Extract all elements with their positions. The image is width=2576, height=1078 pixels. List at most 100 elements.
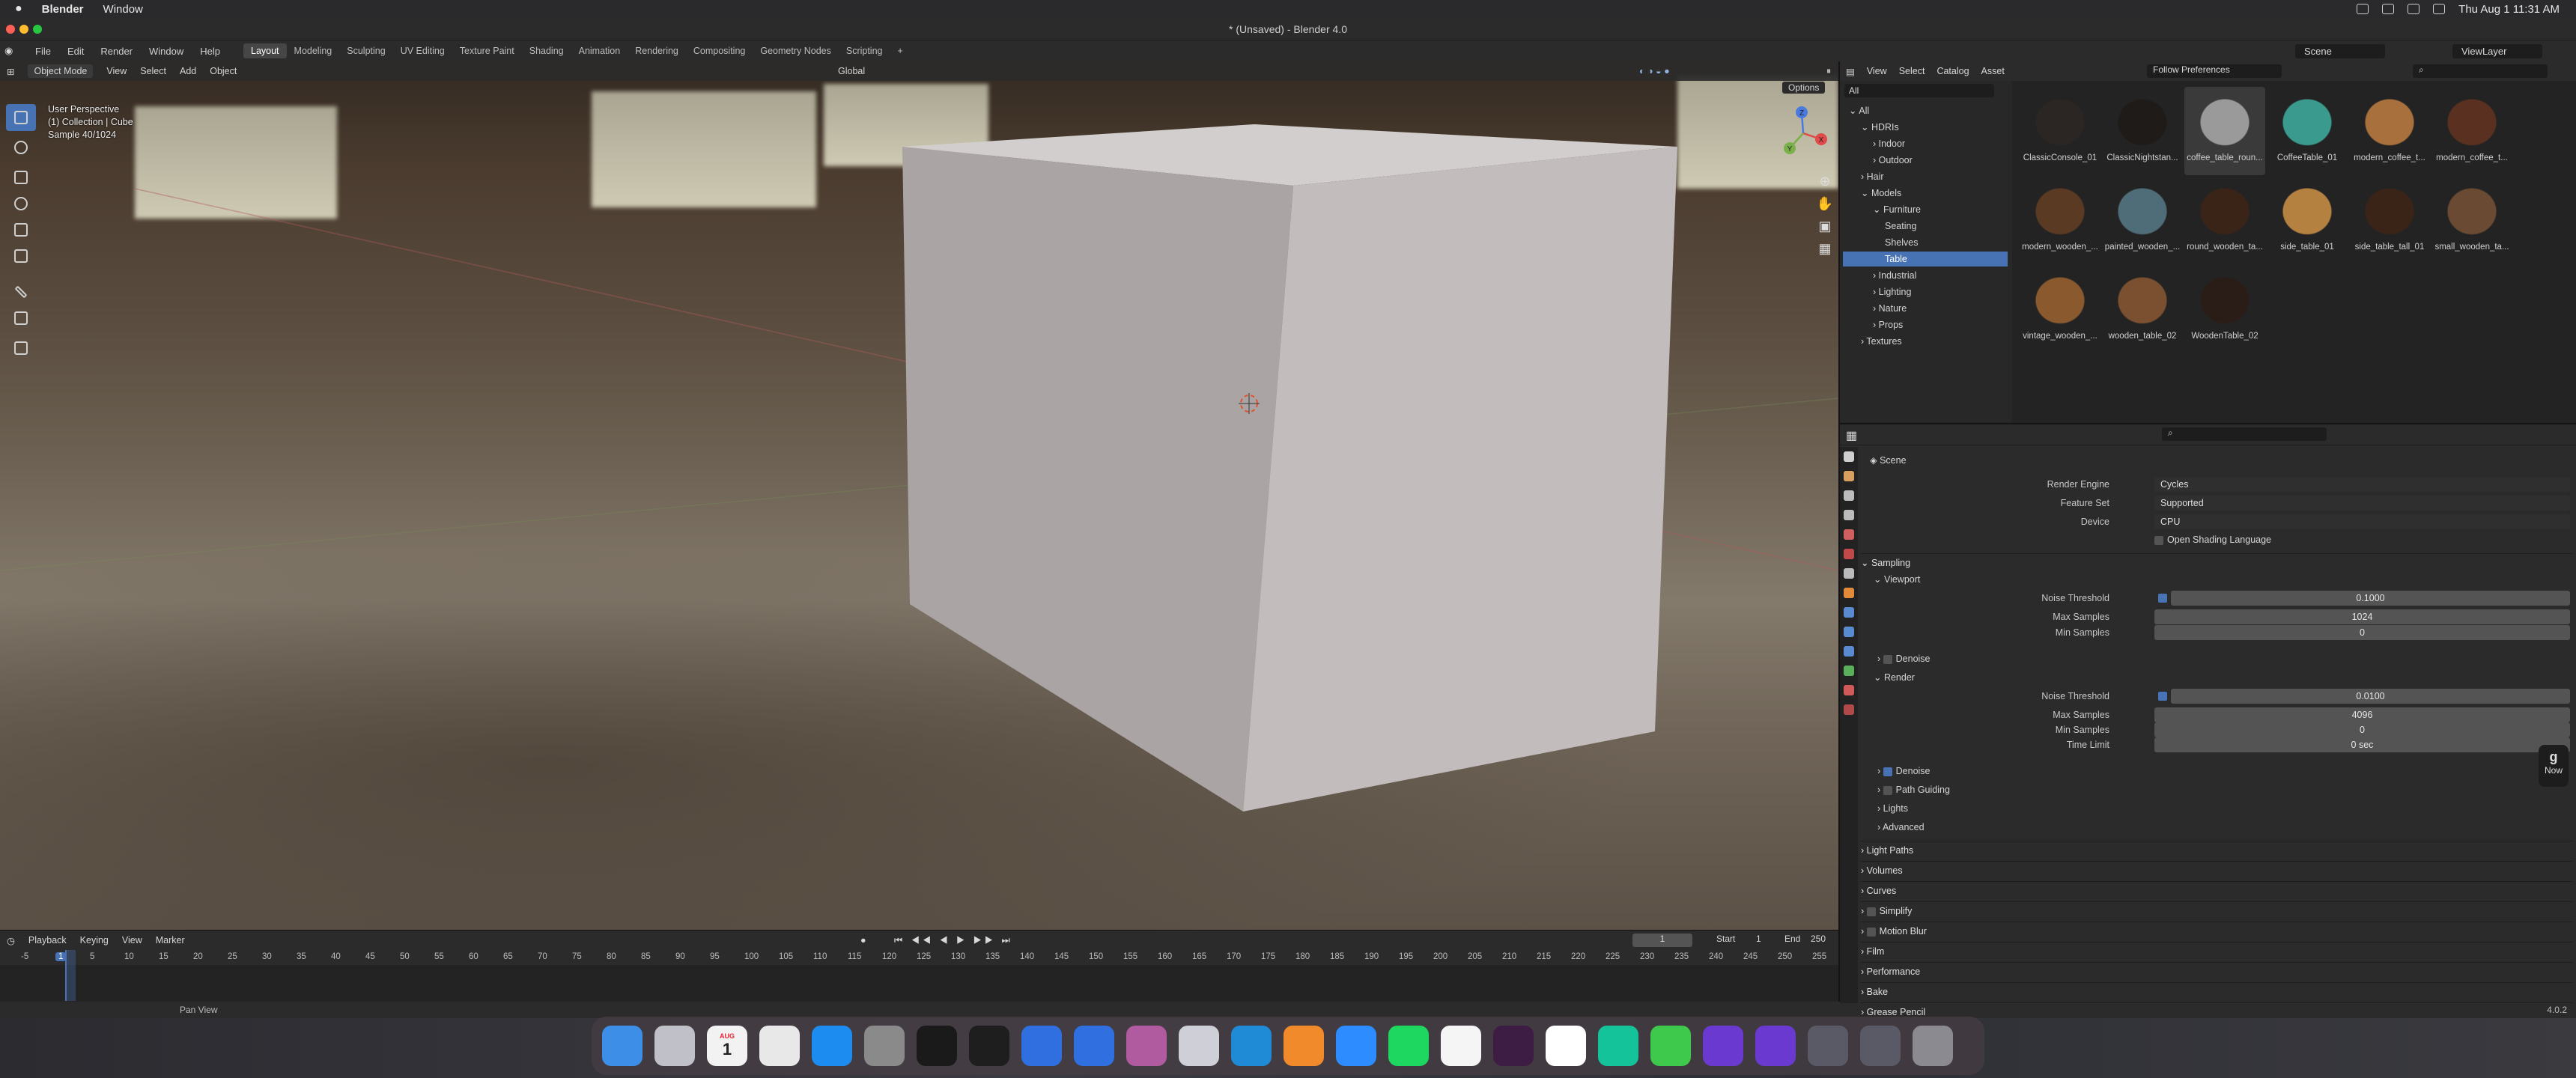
r-denoise-toggle[interactable]: › Denoise: [1877, 763, 1931, 779]
timeline-menu-playback[interactable]: Playback: [28, 935, 67, 945]
catalog-item[interactable]: › Indoor: [1843, 136, 2008, 151]
menu-edit[interactable]: Edit: [67, 46, 84, 57]
close-window-button[interactable]: [6, 25, 15, 34]
r-max-samples-field[interactable]: 4096: [2154, 707, 2570, 722]
cursor-tool[interactable]: [6, 134, 36, 161]
time-limit-field[interactable]: 0 sec: [2154, 737, 2570, 752]
annotate-tool[interactable]: [6, 278, 36, 305]
asset-thumbnail[interactable]: ClassicConsole_01: [2020, 87, 2100, 175]
dock-blender-icon[interactable]: [1284, 1026, 1324, 1066]
output-tab-icon[interactable]: [1844, 490, 1854, 501]
tab-shading[interactable]: Shading: [522, 43, 571, 58]
scene-selector[interactable]: Scene: [2295, 43, 2385, 58]
current-frame-field[interactable]: 1: [1632, 934, 1692, 947]
dock-affinity-icon[interactable]: [1126, 1026, 1167, 1066]
zoom-window-button[interactable]: [33, 25, 42, 34]
menu-window[interactable]: Window: [149, 46, 183, 57]
device-dropdown[interactable]: CPU: [2154, 514, 2570, 529]
subsection-lights[interactable]: › Lights: [1877, 800, 1908, 817]
grid-toggle-icon[interactable]: ▦: [1815, 237, 1835, 260]
r-noise-threshold-checkbox[interactable]: [2158, 692, 2167, 701]
path-guiding-toggle[interactable]: › Path Guiding: [1877, 782, 1950, 798]
zoom-icon[interactable]: ⊕: [1815, 170, 1835, 192]
dock-final-cut-icon[interactable]: [917, 1026, 957, 1066]
section-simplify[interactable]: › Simplify: [1861, 901, 2572, 919]
timeline-menu-marker[interactable]: Marker: [156, 935, 185, 945]
data-tab-icon[interactable]: [1844, 666, 1854, 676]
transform-orientation[interactable]: Global: [838, 66, 865, 76]
asset-thumbnail[interactable]: CoffeeTable_01: [2267, 87, 2348, 175]
dock-docs-icon[interactable]: [1021, 1026, 1062, 1066]
tab-uv-editing[interactable]: UV Editing: [393, 43, 452, 58]
shading-modes[interactable]: ◐ ◑ ◒ ●: [1639, 66, 1670, 76]
catalog-item[interactable]: Seating: [1843, 219, 2008, 234]
move-tool[interactable]: [6, 164, 36, 191]
frame-ruler[interactable]: -5 1 5 10 15 20 25 30 35 40 45 50 55 60 65 70 75 80 85 90 95…: [0, 950, 1838, 965]
object-tab-icon[interactable]: [1844, 588, 1854, 598]
select-box-tool[interactable]: [6, 104, 36, 131]
dock-zoom-icon[interactable]: [1336, 1026, 1376, 1066]
asset-thumbnail[interactable]: ClassicNightstan...: [2102, 87, 2183, 175]
asset-thumbnail[interactable]: side_table_01: [2267, 176, 2348, 264]
asset-thumbnail[interactable]: modern_wooden_...: [2020, 176, 2100, 264]
osl-checkbox[interactable]: Open Shading Language: [2154, 532, 2271, 547]
search-icon[interactable]: [2433, 4, 2446, 14]
section-volumes[interactable]: › Volumes: [1861, 861, 2572, 879]
menu-help[interactable]: Help: [200, 46, 220, 57]
tab-sculpting[interactable]: Sculpting: [339, 43, 392, 58]
vp-noise-threshold-field[interactable]: 0.1000: [2171, 591, 2570, 606]
dock-calendar-icon[interactable]: AUG 1: [707, 1026, 747, 1066]
viewport-menu-select[interactable]: Select: [140, 66, 166, 76]
asset-menu-asset[interactable]: Asset: [1981, 66, 2005, 76]
scale-tool[interactable]: [6, 216, 36, 243]
notification-widget[interactable]: g Now: [2539, 745, 2569, 787]
texture-tab-icon[interactable]: [1844, 704, 1854, 715]
properties-search-input[interactable]: ⌕: [2162, 427, 2327, 441]
material-tab-icon[interactable]: [1844, 685, 1854, 695]
asset-browser-editor-icon[interactable]: ▤: [1846, 66, 1855, 77]
control-center-icon[interactable]: [2408, 4, 2420, 14]
dock-notion-icon[interactable]: [1546, 1026, 1586, 1066]
asset-menu-select[interactable]: Select: [1899, 66, 1925, 76]
mode-selector[interactable]: Object Mode: [28, 64, 94, 78]
collection-tab-icon[interactable]: [1844, 568, 1854, 579]
dock-chrome-icon[interactable]: [759, 1026, 800, 1066]
start-field[interactable]: 1: [1756, 934, 1761, 944]
tab-texture-paint[interactable]: Texture Paint: [452, 43, 522, 58]
subsection-render[interactable]: ⌄ Render: [1874, 669, 1915, 686]
subsection-advanced[interactable]: › Advanced: [1877, 819, 1925, 835]
dock-gaming-icon[interactable]: [1703, 1026, 1743, 1066]
viewport-menu-add[interactable]: Add: [180, 66, 196, 76]
asset-thumbnail[interactable]: coffee_table_roun...: [2184, 87, 2265, 175]
dock-spotify-icon[interactable]: [1388, 1026, 1429, 1066]
app-menu-name[interactable]: Blender: [42, 3, 84, 16]
tab-rendering[interactable]: Rendering: [628, 43, 686, 58]
asset-thumbnail[interactable]: modern_coffee_t...: [2431, 87, 2512, 175]
dock-gaming-icon[interactable]: [1755, 1026, 1796, 1066]
section-film[interactable]: › Film: [1861, 942, 2572, 960]
tab-geometry-nodes[interactable]: Geometry Nodes: [753, 43, 838, 58]
rotate-tool[interactable]: [6, 190, 36, 217]
vp-denoise-toggle[interactable]: › Denoise: [1877, 651, 1931, 667]
timeline-menu-keying[interactable]: Keying: [80, 935, 109, 945]
transform-tool[interactable]: [6, 243, 36, 270]
asset-library-selector[interactable]: Follow Preferences: [2147, 64, 2282, 78]
viewport-menu-object[interactable]: Object: [210, 66, 237, 76]
r-min-samples-field[interactable]: 0: [2154, 722, 2570, 737]
tab-compositing[interactable]: Compositing: [686, 43, 753, 58]
asset-thumbnail[interactable]: WoodenTable_02: [2184, 265, 2265, 353]
feature-set-dropdown[interactable]: Supported: [2154, 496, 2570, 511]
physics-tab-icon[interactable]: [1844, 646, 1854, 657]
catalog-item[interactable]: ⌄ All: [1843, 103, 2008, 118]
catalog-item[interactable]: Shelves: [1843, 235, 2008, 250]
world-tab-icon[interactable]: [1844, 549, 1854, 559]
viewport-menu-view[interactable]: View: [106, 66, 127, 76]
add-cube-tool[interactable]: [6, 335, 36, 362]
apple-icon[interactable]: ●: [15, 2, 22, 16]
view-layer-tab-icon[interactable]: [1844, 510, 1854, 520]
asset-thumbnail[interactable]: small_wooden_ta...: [2431, 176, 2512, 264]
dock-grammarly-icon[interactable]: [1598, 1026, 1638, 1066]
catalog-item[interactable]: › Outdoor: [1843, 153, 2008, 168]
vp-noise-threshold-checkbox[interactable]: [2158, 594, 2167, 603]
vp-max-samples-field[interactable]: 1024: [2154, 609, 2570, 624]
